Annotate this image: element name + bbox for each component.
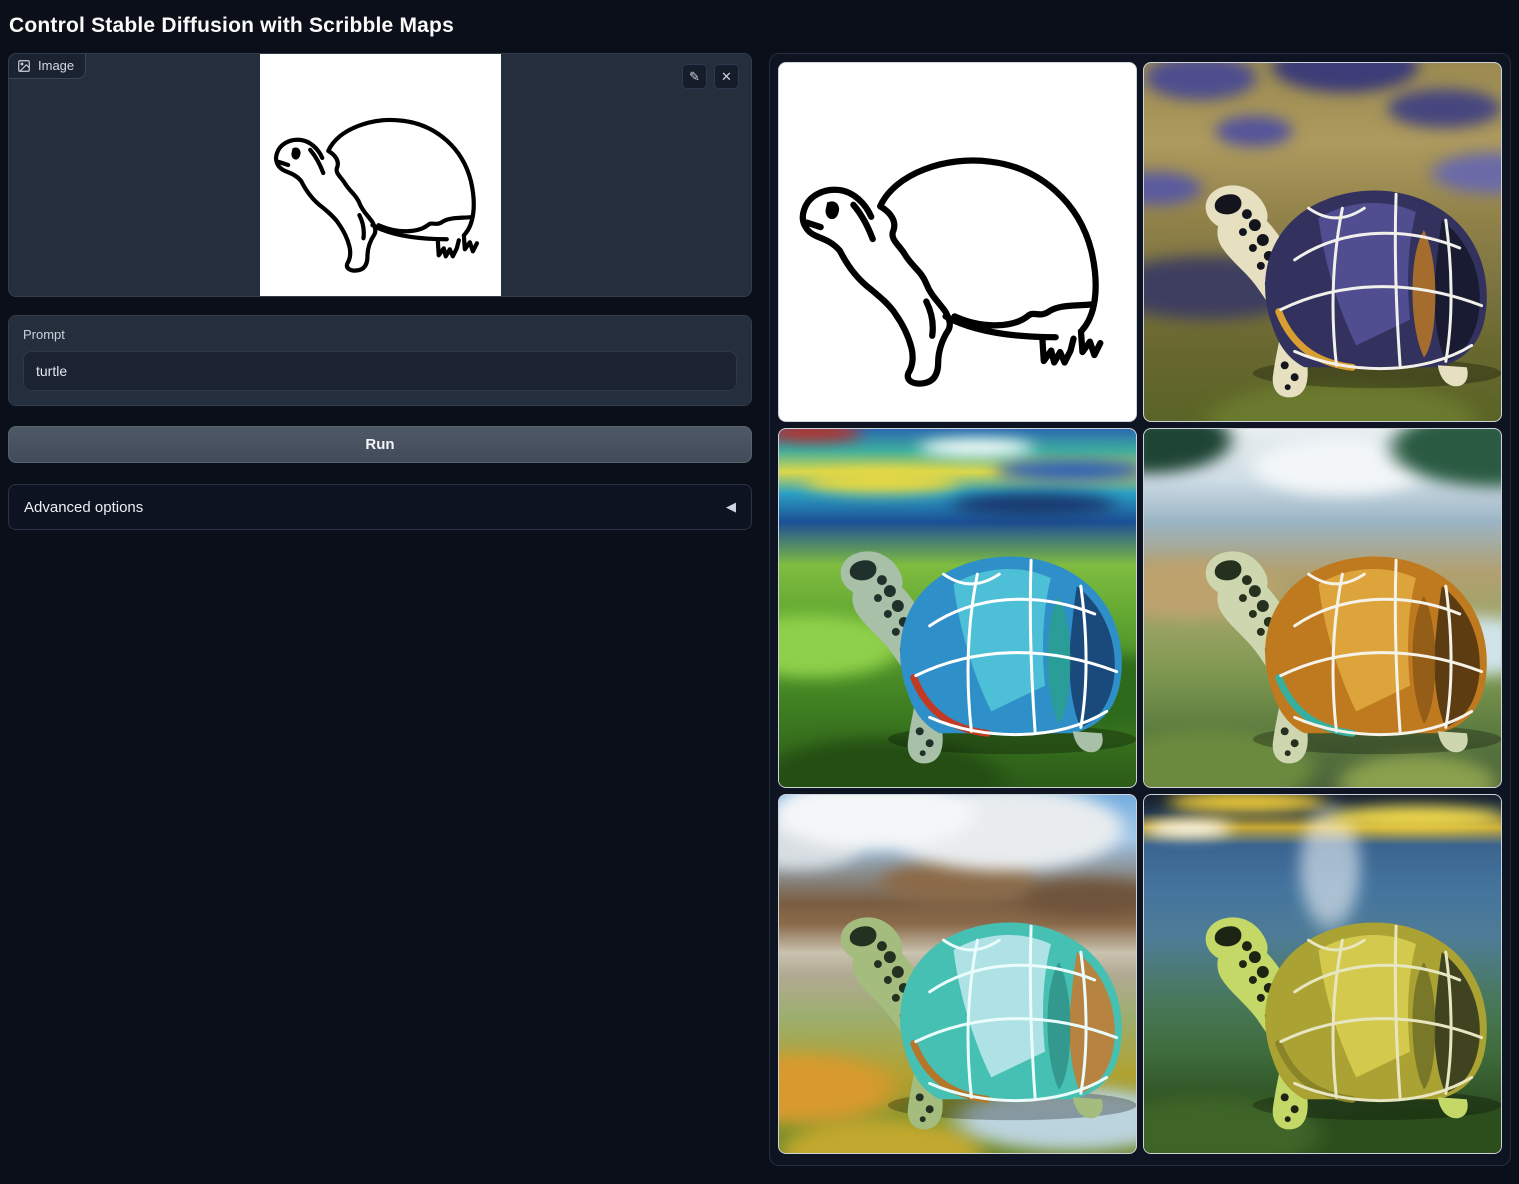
gallery-item-output-4[interactable]	[778, 794, 1137, 1154]
prompt-label: Prompt	[23, 327, 737, 342]
gallery-item-scribble[interactable]	[778, 62, 1137, 422]
input-column: Image ✎ ✕ Prom	[8, 53, 752, 530]
scribble-drawing	[779, 63, 1136, 421]
close-icon: ✕	[721, 70, 732, 83]
turtle-image	[779, 795, 1136, 1153]
chevron-left-icon: ◀	[726, 499, 736, 515]
gallery-item-output-1[interactable]	[1143, 62, 1502, 422]
turtle-image	[1144, 795, 1501, 1153]
page-title: Control Stable Diffusion with Scribble M…	[8, 8, 1511, 53]
gallery-item-output-2[interactable]	[778, 428, 1137, 788]
advanced-options-label: Advanced options	[24, 499, 143, 516]
scribble-drawing	[260, 54, 501, 296]
turtle-image	[1144, 63, 1501, 421]
output-column	[769, 53, 1511, 1166]
pencil-icon: ✎	[689, 70, 700, 83]
edit-image-button[interactable]: ✎	[682, 64, 707, 89]
image-component-tab: Image	[9, 54, 86, 79]
gallery-item-output-5[interactable]	[1143, 794, 1502, 1154]
scribble-canvas[interactable]	[260, 54, 501, 296]
image-input-block: Image ✎ ✕	[8, 53, 752, 297]
prompt-block: Prompt	[8, 315, 752, 406]
image-icon	[17, 59, 31, 73]
app: Control Stable Diffusion with Scribble M…	[0, 0, 1519, 1174]
clear-image-button[interactable]: ✕	[714, 64, 739, 89]
turtle-image	[779, 429, 1136, 787]
run-button[interactable]: Run	[8, 426, 752, 463]
gallery-item-output-3[interactable]	[1143, 428, 1502, 788]
advanced-options-accordion[interactable]: Advanced options ◀	[8, 484, 752, 530]
output-gallery	[769, 53, 1511, 1166]
image-component-label: Image	[38, 58, 74, 73]
turtle-image	[1144, 429, 1501, 787]
prompt-input[interactable]	[23, 351, 737, 391]
